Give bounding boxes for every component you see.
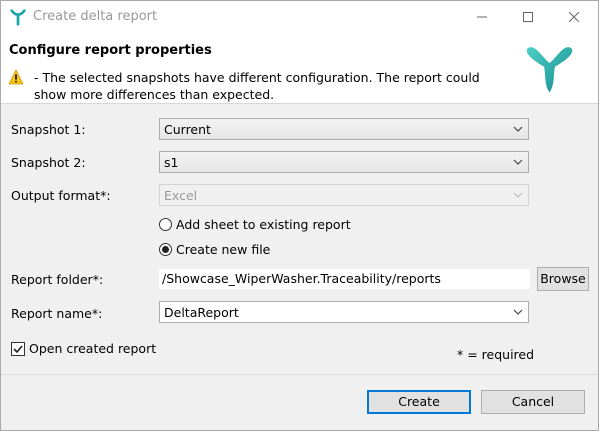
output-format-label: Output format*: [11, 188, 111, 203]
radio-unchecked-icon [159, 218, 172, 231]
window-title: Create delta report [33, 9, 158, 24]
snapshot2-label: Snapshot 2: [11, 155, 86, 170]
chevron-down-icon [513, 126, 523, 132]
brand-logo [526, 47, 573, 93]
radio-checked-icon [159, 243, 172, 256]
close-icon [569, 12, 579, 22]
report-folder-label: Report folder*: [11, 272, 104, 287]
output-format-value: Excel [164, 188, 198, 203]
dialog-header: Configure report properties - The select… [1, 33, 598, 104]
required-note: * = required [457, 347, 535, 362]
minimize-icon [477, 16, 487, 18]
radio-add-sheet[interactable]: Add sheet to existing report [159, 217, 351, 232]
checkbox-checked-icon [11, 341, 25, 356]
cancel-button[interactable]: Cancel [481, 390, 585, 414]
snapshot2-select[interactable]: s1 [159, 151, 529, 173]
report-name-label: Report name*: [11, 306, 103, 321]
snapshot1-select[interactable]: Current [159, 118, 529, 140]
chevron-down-icon [513, 192, 523, 198]
radio-create-new-file[interactable]: Create new file [159, 242, 270, 257]
snapshot1-label: Snapshot 1: [11, 122, 86, 137]
output-format-select[interactable]: Excel [159, 184, 529, 206]
app-logo-icon [10, 9, 26, 26]
minimize-button[interactable] [459, 1, 505, 33]
report-name-combo[interactable]: DeltaReport [159, 301, 529, 323]
title-bar: Create delta report [1, 1, 598, 33]
dialog-window: Create delta report Configure report pro… [0, 0, 599, 431]
create-button[interactable]: Create [367, 390, 471, 414]
open-created-report-label: Open created report [29, 341, 157, 356]
header-title: Configure report properties [9, 43, 212, 58]
warning-message: - The selected snapshots have different … [34, 70, 480, 102]
chevron-down-icon [513, 309, 523, 315]
open-created-report-checkbox[interactable]: Open created report [11, 341, 156, 356]
chevron-down-icon [513, 159, 523, 165]
close-button[interactable] [551, 1, 597, 33]
maximize-button[interactable] [505, 1, 551, 33]
radio-add-sheet-label: Add sheet to existing report [176, 217, 351, 232]
browse-button[interactable]: Browse [537, 267, 589, 291]
maximize-icon [523, 12, 533, 22]
snapshot1-value: Current [164, 122, 211, 137]
warning-icon [8, 69, 24, 85]
report-folder-input[interactable]: /Showcase_WiperWasher.Traceability/repor… [159, 269, 530, 289]
report-folder-value: /Showcase_WiperWasher.Traceability/repor… [162, 271, 441, 286]
report-name-value: DeltaReport [164, 305, 239, 320]
radio-create-new-file-label: Create new file [176, 242, 271, 257]
footer-divider [1, 374, 598, 375]
snapshot2-value: s1 [164, 155, 179, 170]
